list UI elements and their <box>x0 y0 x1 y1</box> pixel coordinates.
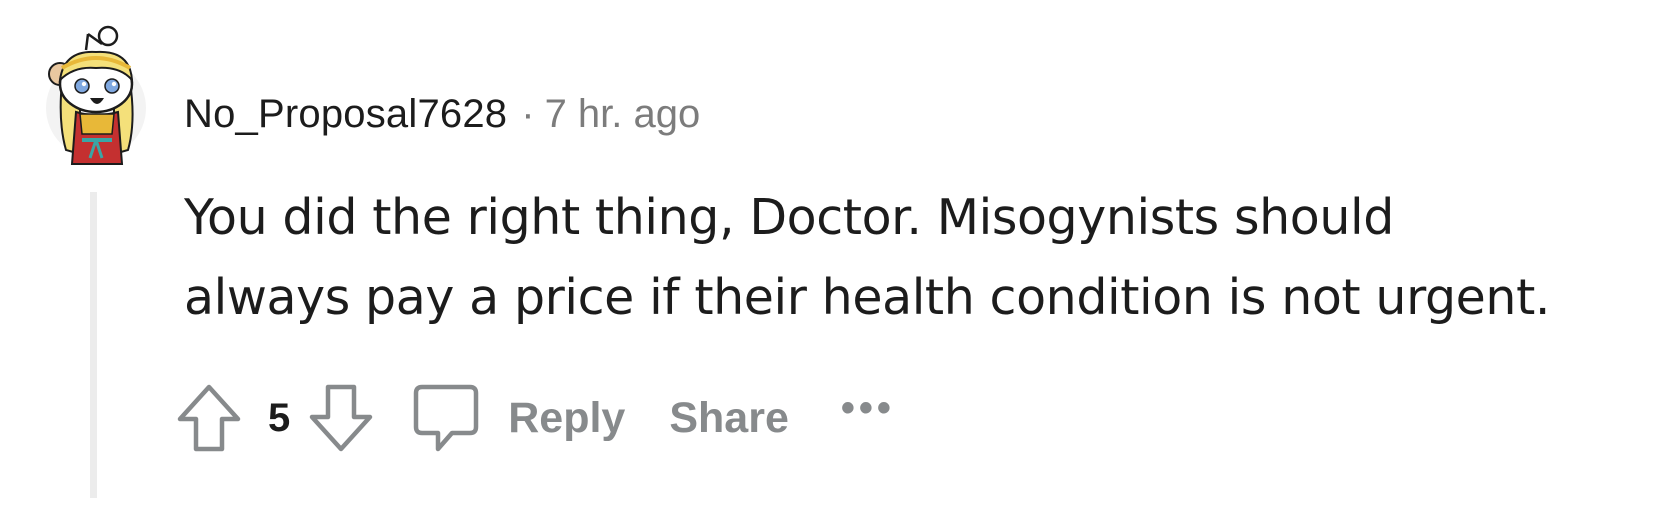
comment-body-line: always pay a price if their health condi… <box>184 269 1551 326</box>
upvote-button[interactable] <box>176 383 242 453</box>
reply-button[interactable]: Reply <box>412 383 625 453</box>
vote-count: 5 <box>268 395 291 440</box>
share-button[interactable]: Share <box>669 394 789 443</box>
snoo-avatar-icon[interactable] <box>40 22 152 170</box>
timestamp[interactable]: 7 hr. ago <box>545 92 701 137</box>
downvote-button[interactable] <box>308 383 374 453</box>
comment-actions: 5 Reply Share ••• <box>176 378 895 458</box>
arrow-down-icon <box>310 384 373 452</box>
reply-label: Reply <box>508 393 626 442</box>
thread-line[interactable] <box>90 192 97 498</box>
arrow-up-icon <box>177 384 241 452</box>
comment: No_Proposal7628 · 7 hr. ago You did the … <box>0 0 1663 520</box>
more-options-button[interactable]: ••• <box>841 386 895 431</box>
username-link[interactable]: No_Proposal7628 <box>184 92 507 137</box>
comment-meta: No_Proposal7628 · 7 hr. ago <box>184 86 700 142</box>
comment-body-line: You did the right thing, Doctor. Misogyn… <box>184 189 1394 246</box>
meta-separator: · <box>521 91 535 136</box>
speech-bubble-icon <box>414 384 479 452</box>
comment-body: You did the right thing, Doctor. Misogyn… <box>184 178 1624 338</box>
